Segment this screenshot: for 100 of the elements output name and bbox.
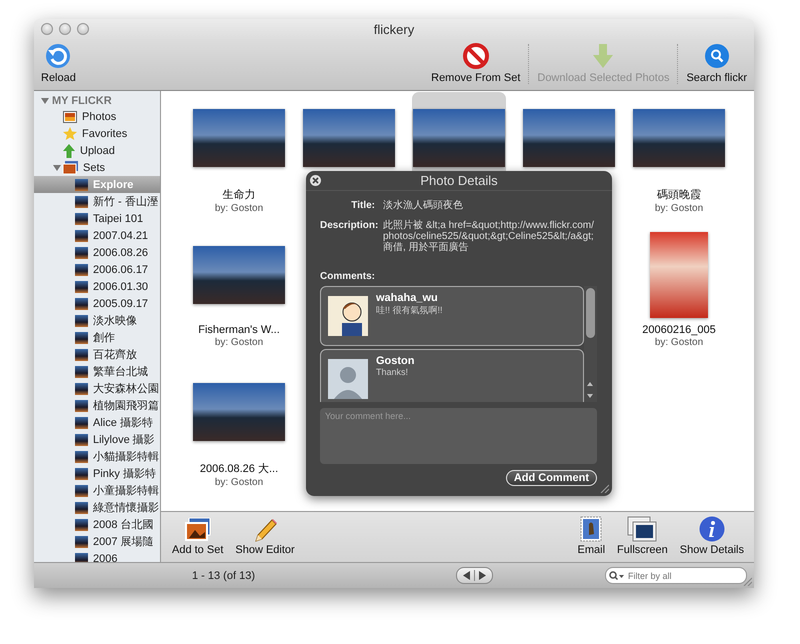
minimize-button[interactable] [59,23,71,35]
photo-placeholder[interactable] [523,108,615,166]
set-item[interactable]: 綠意情懷攝影 [34,499,160,516]
add-comment-button[interactable]: Add Comment [506,470,597,486]
resize-grip-icon[interactable] [600,484,609,493]
photo-placeholder [75,502,88,514]
up-arrow-icon [63,144,75,158]
email-button[interactable]: Email [576,512,608,562]
set-item[interactable]: 2007.04.21 [34,227,160,244]
set-item[interactable]: 淡水映像 [34,312,160,329]
set-item[interactable]: Pinky 攝影特 [34,465,160,482]
window-title: flickery [374,22,414,37]
photo-title: Fisherman's W... [198,324,280,336]
add-to-set-button[interactable]: Add to Set [170,512,226,562]
photo-placeholder[interactable] [193,246,285,304]
set-item[interactable]: 新竹 - 香山溼 [34,193,160,210]
sidebar-item[interactable]: Upload [80,144,115,156]
comment-field[interactable]: Your comment here... [320,408,597,464]
set-item[interactable]: 繁華台北城 [34,363,160,380]
set-item[interactable]: 植物園飛羽篇 [34,397,160,414]
photo-placeholder [75,332,88,344]
disclosure-triangle-icon[interactable] [41,96,49,104]
info-icon [698,516,725,542]
star-icon [63,127,77,140]
photo-placeholder[interactable] [633,108,725,166]
photo-placeholder[interactable] [413,108,505,166]
disclosure-triangle-icon[interactable] [53,164,61,172]
close-icon[interactable] [310,175,321,186]
close-button[interactable] [41,23,53,35]
set-item[interactable]: 2006 [34,550,160,562]
set-item[interactable]: 2008 台北國 [34,516,160,533]
set-item[interactable]: 創作 [34,329,160,346]
resize-grip-icon[interactable] [742,576,752,586]
photo-placeholder [75,280,88,292]
photo-placeholder[interactable] [650,232,708,318]
photo-author: by: Goston [214,337,264,348]
photo-placeholder [75,484,88,496]
scrollbar[interactable] [584,286,597,402]
photo-placeholder [75,468,88,480]
zoom-button[interactable] [77,23,89,35]
set-item[interactable]: 大安森林公園 [34,380,160,397]
photo-placeholder [75,264,88,276]
show-details-button[interactable]: Show Details [678,512,746,562]
photo-placeholder [75,552,88,562]
photo-placeholder [75,246,88,258]
comment-text: Thanks! [376,367,410,377]
search-icon [702,42,731,70]
item-count: 1 - 13 (of 13) [192,570,256,582]
set-item[interactable]: 2006.06.17 [34,261,160,278]
show-editor-button[interactable]: Show Editor [233,512,297,562]
photo-placeholder [75,212,88,224]
cartoon-avatar-icon [328,296,368,336]
comments-label: Comments: [320,271,376,282]
sidebar-item[interactable]: Favorites [82,128,128,140]
set-item[interactable]: Taipei 101 [34,210,160,227]
photo-author: by: Goston [654,337,704,348]
page-navigation[interactable] [456,567,493,584]
selection-highlight[interactable] [412,92,506,171]
photo-author: by: Goston [214,477,264,488]
set-item[interactable]: Alice 攝影特 [34,414,160,431]
photo-title: 20060216_005 [642,324,716,336]
fullscreen-button[interactable]: Fullscreen [615,512,670,562]
set-item[interactable]: 小貓攝影特輯 [34,448,160,465]
reload-button[interactable]: Reload [38,40,79,90]
photo-placeholder [75,400,88,412]
photo-icon [63,110,77,122]
photo-placeholder[interactable] [193,108,285,166]
photo-placeholder [75,196,88,208]
search-icon[interactable] [609,571,625,581]
set-item[interactable]: 百花齊放 [34,346,160,363]
comment-author: Goston [376,355,414,367]
search-button[interactable]: Search flickr [683,40,750,90]
photo-author: by: Goston [654,203,704,214]
remove-button[interactable]: Remove From Set [428,40,524,90]
filter-field[interactable]: Filter by all [605,567,747,584]
comment-text: 哇!! 很有氣氛啊!! [376,304,443,317]
avatar-silhouette-icon [328,359,368,399]
sidebar-item[interactable]: Sets [83,162,106,174]
photo-placeholder [75,518,88,530]
set-item[interactable]: Lilylove 攝影 [34,431,160,448]
photo-placeholder [75,382,88,394]
photo-placeholder[interactable] [193,382,285,440]
section-heading: MY FLICKR [52,94,112,106]
photo-stack-icon [63,161,78,174]
photo-placeholder [75,416,88,428]
photo-placeholder[interactable] [303,108,395,166]
photo-title: 2006.08.26 大... [200,462,278,476]
set-item[interactable]: 2005.09.17 [34,295,160,312]
reload-icon [44,42,72,70]
photo-placeholder [75,348,88,360]
comment-author: wahaha_wu [376,292,439,304]
previous-icon[interactable] [462,571,471,580]
photo-placeholder [75,450,88,462]
next-icon[interactable] [478,571,487,580]
set-item[interactable]: 2006.01.30 [34,278,160,295]
set-item[interactable]: 2006.08.26 [34,244,160,261]
set-item[interactable]: 小童攝影特輯 [34,482,160,499]
set-item[interactable]: 2007 展場隨 [34,533,160,550]
sidebar-item[interactable]: Photos [82,110,116,122]
field-value: 淡水漁人碼頭夜色 [383,200,463,211]
